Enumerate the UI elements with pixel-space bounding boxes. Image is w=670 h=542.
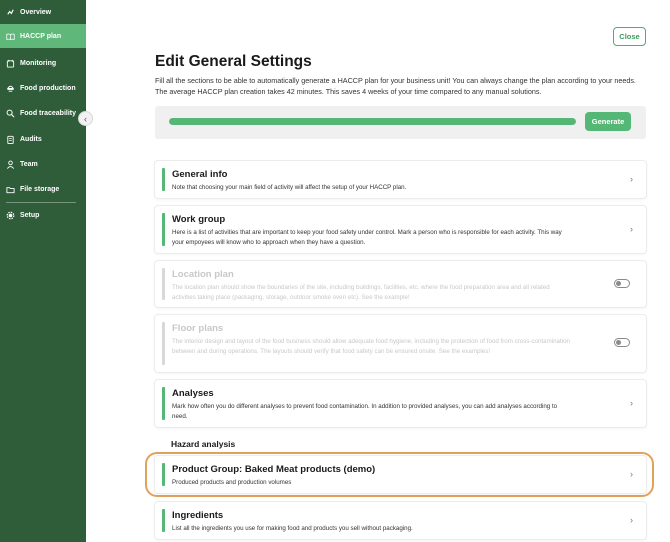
card-accent-bar <box>162 463 165 486</box>
sidebar-item-monitoring[interactable]: Monitoring <box>0 51 86 75</box>
card-description: Produced products and production volumes <box>172 479 292 486</box>
card-description: Here is a list of activities that are im… <box>172 229 562 246</box>
sidebar-item-overview[interactable]: Overview <box>0 0 86 24</box>
sidebar-item-label: Team <box>20 160 38 168</box>
chevron-left-icon: ‹ <box>84 113 87 124</box>
close-button[interactable]: Close <box>613 27 646 46</box>
card-location-plan: Location plan The location plan should s… <box>155 261 646 307</box>
card-accent-bar <box>162 168 165 191</box>
card-accent-bar <box>162 322 165 365</box>
food-production-icon <box>6 84 15 93</box>
card-title: Product Group: Baked Meat products (demo… <box>172 464 376 475</box>
card-accent-bar <box>162 387 165 420</box>
folder-icon <box>6 185 15 194</box>
generate-button[interactable]: Generate <box>585 112 631 131</box>
sidebar-item-label: HACCP plan <box>20 32 62 40</box>
clipboard-icon <box>6 135 15 144</box>
chevron-right-icon: › <box>630 468 633 479</box>
sidebar-item-label: Setup <box>20 211 40 219</box>
card-accent-bar <box>162 509 165 532</box>
card-title: Location plan <box>172 269 234 280</box>
hazard-analysis-heading: Hazard analysis <box>171 439 236 449</box>
page-description: Fill all the sections to be able to auto… <box>155 76 636 96</box>
sidebar-item-label: File storage <box>20 185 60 193</box>
monitoring-icon <box>6 59 15 68</box>
sidebar-item-label: Food traceability <box>20 109 77 117</box>
chevron-right-icon: › <box>630 397 633 408</box>
location-plan-toggle[interactable] <box>614 279 630 288</box>
person-icon <box>6 160 15 169</box>
toggle-knob <box>616 281 621 286</box>
chevron-right-icon: › <box>630 173 633 184</box>
sidebar-item-label: Monitoring <box>20 59 57 67</box>
card-general-info[interactable]: General info Note that choosing your mai… <box>155 161 646 198</box>
card-title: Floor plans <box>172 323 224 334</box>
sidebar-item-team[interactable]: Team <box>0 152 86 176</box>
sidebar-collapse-button[interactable]: ‹ <box>78 111 93 126</box>
card-ingredients[interactable]: Ingredients List all the ingredients you… <box>155 502 646 539</box>
progress-panel: Generate <box>155 106 646 139</box>
sidebar-item-label: Overview <box>20 8 52 16</box>
sidebar: Overview HACCP plan Monitoring Food prod… <box>0 0 86 542</box>
sidebar-item-setup[interactable]: Setup <box>0 203 86 227</box>
card-accent-bar <box>162 213 165 246</box>
chevron-right-icon: › <box>630 514 633 525</box>
card-accent-bar <box>162 268 165 300</box>
card-title: Work group <box>172 214 226 225</box>
card-title: Analyses <box>172 388 214 399</box>
card-description: The location plan should show the bounda… <box>172 284 550 301</box>
floor-plans-toggle[interactable] <box>614 338 630 347</box>
sidebar-item-label: Audits <box>20 135 42 143</box>
card-title: General info <box>172 169 228 180</box>
page-title: Edit General Settings <box>155 53 312 70</box>
card-description: The interior design and layout of the fo… <box>172 338 570 355</box>
book-icon <box>6 32 15 41</box>
toggle-knob <box>616 340 621 345</box>
sidebar-item-file-storage[interactable]: File storage <box>0 177 86 201</box>
card-description: Mark how often you do different analyses… <box>172 403 558 420</box>
sidebar-item-food-production[interactable]: Food production <box>0 76 86 100</box>
card-floor-plans: Floor plans The interior design and layo… <box>155 315 646 372</box>
sidebar-item-haccp-plan[interactable]: HACCP plan <box>0 24 86 48</box>
card-description: List all the ingredients you use for mak… <box>172 525 413 532</box>
card-analyses[interactable]: Analyses Mark how often you do different… <box>155 380 646 427</box>
progress-bar-fill <box>169 118 576 125</box>
search-icon <box>6 109 15 118</box>
sidebar-item-audits[interactable]: Audits <box>0 127 86 151</box>
progress-bar <box>169 118 576 125</box>
card-title: Ingredients <box>172 510 224 521</box>
overview-icon <box>6 8 15 17</box>
card-product-group[interactable]: Product Group: Baked Meat products (demo… <box>155 456 646 493</box>
sidebar-item-label: Food production <box>20 84 76 92</box>
gear-icon <box>6 211 15 220</box>
card-work-group[interactable]: Work group Here is a list of activities … <box>155 206 646 253</box>
chevron-right-icon: › <box>630 223 633 234</box>
card-description: Note that choosing your main field of ac… <box>172 184 407 191</box>
sidebar-item-food-traceability[interactable]: Food traceability <box>0 101 86 125</box>
